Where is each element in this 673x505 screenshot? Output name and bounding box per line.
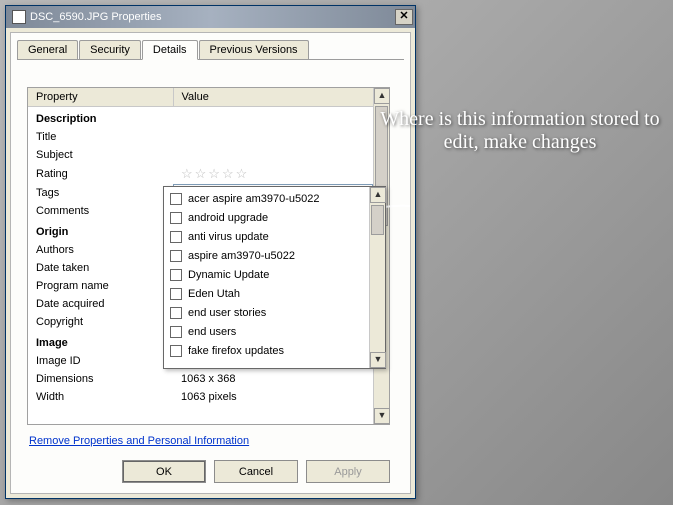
checkbox-icon[interactable] xyxy=(170,212,182,224)
dropdown-item-label: android upgrade xyxy=(188,212,268,224)
close-button[interactable]: ✕ xyxy=(395,9,413,25)
checkbox-icon[interactable] xyxy=(170,193,182,205)
annotation-text: Where is this information stored to edit… xyxy=(380,108,660,154)
tab-separator xyxy=(17,59,404,60)
dropdown-item-label: Dynamic Update xyxy=(188,269,269,281)
dropdown-item[interactable]: anti virus update xyxy=(164,227,369,246)
row-dateacq-label: Date acquired xyxy=(28,295,173,313)
row-program-label: Program name xyxy=(28,277,173,295)
scroll-down-button[interactable]: ▼ xyxy=(374,408,390,424)
dropdown-item-label: acer aspire am3970-u5022 xyxy=(188,193,319,205)
dropdown-item[interactable]: Eden Utah xyxy=(164,284,369,303)
row-tags-label: Tags xyxy=(28,184,173,202)
dropdown-item[interactable]: fake firefox updates xyxy=(164,341,369,360)
row-rating-label: Rating xyxy=(28,164,173,184)
col-value[interactable]: Value xyxy=(173,88,373,107)
row-subject-value[interactable] xyxy=(173,146,373,164)
dropdown-item[interactable]: Dynamic Update xyxy=(164,265,369,284)
dropdown-item[interactable]: end user stories xyxy=(164,303,369,322)
dropdown-list: acer aspire am3970-u5022 android upgrade… xyxy=(164,187,369,368)
file-icon xyxy=(12,10,26,24)
row-rating-value[interactable]: ☆☆☆☆☆ xyxy=(173,164,373,184)
ok-button[interactable]: OK xyxy=(122,460,206,483)
row-datetaken-label: Date taken xyxy=(28,259,173,277)
col-property[interactable]: Property xyxy=(28,88,173,107)
dropdown-item-label: end users xyxy=(188,326,236,338)
titlebar[interactable]: DSC_6590.JPG Properties ✕ xyxy=(6,6,415,28)
cancel-button[interactable]: Cancel xyxy=(214,460,298,483)
row-title-label: Title xyxy=(28,128,173,146)
dropdown-item[interactable]: aspire am3970-u5022 xyxy=(164,246,369,265)
row-width-label: Width xyxy=(28,388,173,406)
checkbox-icon[interactable] xyxy=(170,307,182,319)
checkbox-icon[interactable] xyxy=(170,345,182,357)
row-comments-label: Comments xyxy=(28,202,173,220)
dropdown-item[interactable]: android upgrade xyxy=(164,208,369,227)
scroll-thumb[interactable] xyxy=(371,205,384,235)
row-dimensions-label: Dimensions xyxy=(28,370,173,388)
checkbox-icon[interactable] xyxy=(170,231,182,243)
row-title-value[interactable] xyxy=(173,128,373,146)
scroll-track[interactable] xyxy=(370,203,385,352)
dropdown-item[interactable]: end users xyxy=(164,322,369,341)
tab-previous-versions[interactable]: Previous Versions xyxy=(199,40,309,59)
checkbox-icon[interactable] xyxy=(170,269,182,281)
checkbox-icon[interactable] xyxy=(170,326,182,338)
window-title: DSC_6590.JPG Properties xyxy=(30,11,395,23)
checkbox-icon[interactable] xyxy=(170,250,182,262)
row-subject-label: Subject xyxy=(28,146,173,164)
remove-properties-link[interactable]: Remove Properties and Personal Informati… xyxy=(29,435,249,447)
tags-autocomplete-dropdown: acer aspire am3970-u5022 android upgrade… xyxy=(163,186,386,369)
scroll-up-button[interactable]: ▲ xyxy=(370,187,386,203)
row-authors-label: Authors xyxy=(28,241,173,259)
button-row: OK Cancel Apply xyxy=(122,460,390,483)
tab-general[interactable]: General xyxy=(17,40,78,59)
row-dimensions-value[interactable]: 1063 x 368 xyxy=(173,370,373,388)
dropdown-item-label: anti virus update xyxy=(188,231,269,243)
scroll-down-button[interactable]: ▼ xyxy=(370,352,386,368)
scroll-up-button[interactable]: ▲ xyxy=(374,88,390,104)
dropdown-item-label: Eden Utah xyxy=(188,288,240,300)
tab-security[interactable]: Security xyxy=(79,40,141,59)
row-width-value[interactable]: 1063 pixels xyxy=(173,388,373,406)
dropdown-item[interactable]: acer aspire am3970-u5022 xyxy=(164,189,369,208)
dropdown-scrollbar[interactable]: ▲ ▼ xyxy=(369,187,385,368)
row-imageid-label: Image ID xyxy=(28,352,173,370)
dropdown-item-label: end user stories xyxy=(188,307,266,319)
row-copyright-label: Copyright xyxy=(28,313,173,331)
tabstrip: General Security Details Previous Versio… xyxy=(11,33,410,59)
apply-button[interactable]: Apply xyxy=(306,460,390,483)
dropdown-item-label: fake firefox updates xyxy=(188,345,284,357)
checkbox-icon[interactable] xyxy=(170,288,182,300)
group-description: Description xyxy=(28,107,373,129)
tab-details[interactable]: Details xyxy=(142,40,198,60)
dropdown-item-label: aspire am3970-u5022 xyxy=(188,250,295,262)
